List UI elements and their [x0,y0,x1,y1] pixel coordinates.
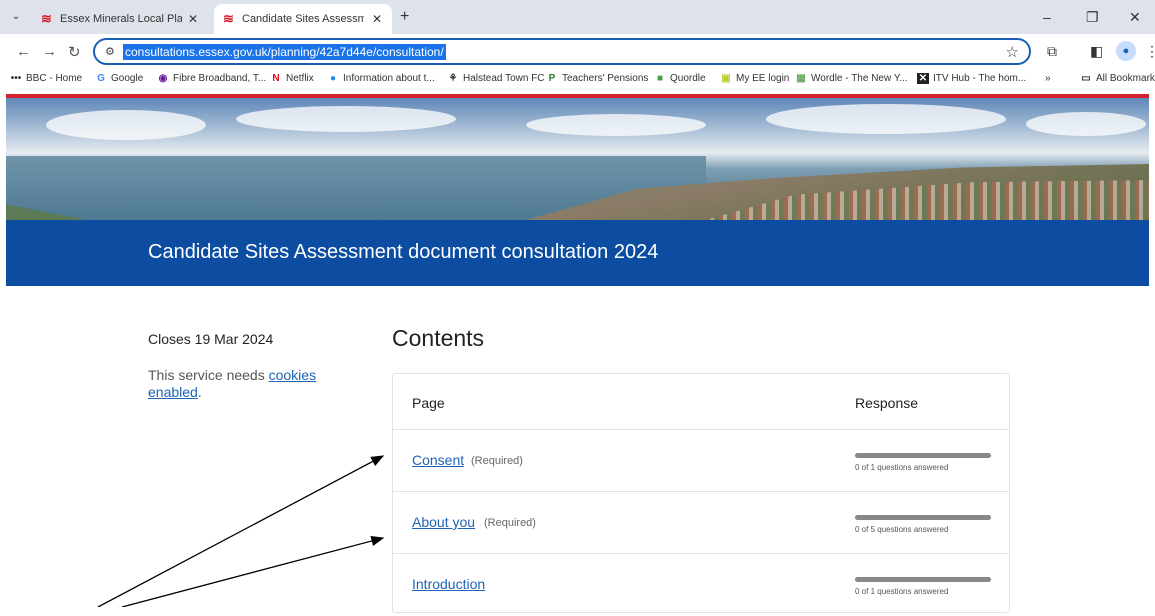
arrow-to-about-you [121,535,385,607]
annotation-arrows [97,455,385,607]
arrow-to-consent [97,455,385,607]
